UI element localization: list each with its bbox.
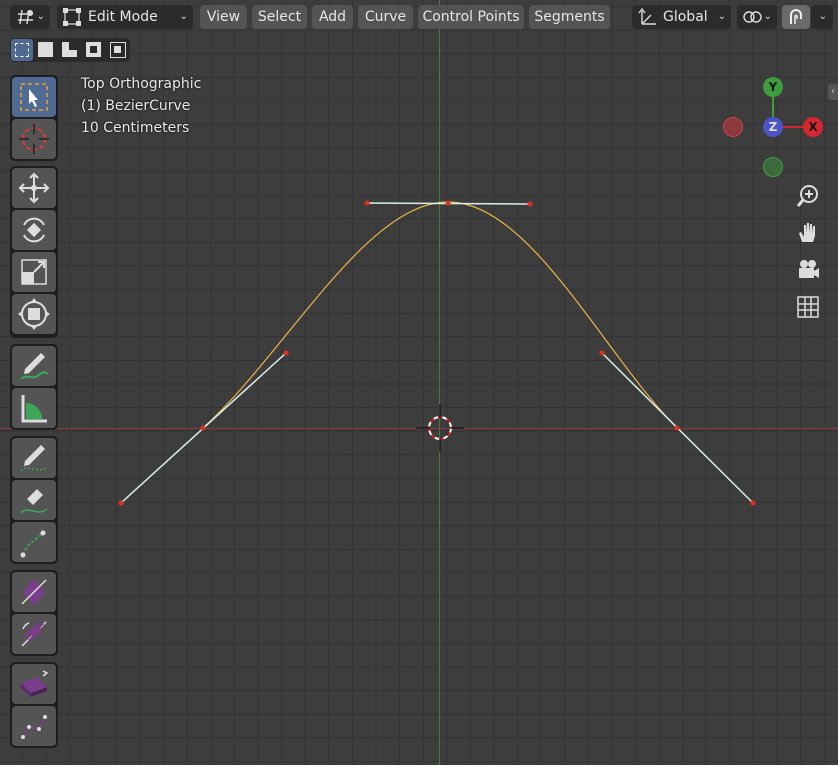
randomize-tool[interactable] (12, 664, 56, 704)
orientation-label: Global (663, 9, 708, 25)
transform-icon (18, 298, 50, 330)
snap-options-button[interactable]: ⌄ (811, 5, 833, 29)
cursor-icon (19, 124, 49, 154)
sidebar-toggle[interactable]: ‹ (828, 84, 838, 100)
chevron-down-icon: ⌄ (36, 11, 45, 22)
chevron-down-icon: ⌄ (763, 11, 772, 22)
move-icon (18, 172, 50, 204)
toolbar-group-curve-edit (10, 570, 58, 656)
viewport-header: ⌄ Edit Mode ⌄ View Select Add Curve Cont… (0, 0, 838, 34)
menu-segments[interactable]: Segments (529, 5, 610, 29)
toolbar-group-annotate (10, 344, 58, 430)
toolbar-group-select (10, 75, 58, 161)
control-point[interactable] (750, 500, 756, 506)
grid-view-icon[interactable] (795, 294, 821, 320)
measure-ruler-icon (21, 395, 47, 423)
select-box-icon (20, 83, 48, 111)
view-name: Top Orthographic (81, 76, 202, 92)
curve-shape-tool[interactable] (12, 706, 56, 746)
select-invert-icon[interactable] (83, 39, 105, 61)
pan-hand-icon[interactable] (795, 220, 821, 246)
3d-viewport[interactable] (0, 0, 838, 765)
cursor-tool[interactable] (12, 119, 56, 159)
3d-cursor[interactable] (416, 404, 464, 452)
select-mode-buttons (10, 38, 130, 62)
draw-tool[interactable] (12, 438, 56, 478)
pen-tool[interactable] (12, 480, 56, 520)
menu-control-points[interactable]: Control Points (418, 5, 524, 29)
grid-scale: 10 Centimeters (81, 120, 190, 136)
chevron-down-icon: ⌄ (818, 11, 827, 22)
snap-toggle[interactable] (782, 5, 810, 29)
rotate-icon (23, 217, 45, 243)
toolbar-group-misc (10, 662, 58, 748)
select-extend-icon[interactable] (35, 39, 57, 61)
control-point[interactable] (200, 425, 206, 431)
edit-mode-icon (63, 8, 81, 26)
toolbar-group-curve-draw (10, 436, 58, 564)
measure-tool[interactable] (12, 388, 56, 428)
menu-select[interactable]: Select (252, 5, 307, 29)
control-point[interactable] (445, 200, 451, 206)
annotate-tool[interactable] (12, 346, 56, 386)
grid-editor-icon (18, 9, 33, 25)
scale-icon (21, 259, 47, 285)
curve-radius-icon (21, 579, 47, 605)
menu-curve[interactable]: Curve (358, 5, 413, 29)
control-point[interactable] (283, 350, 289, 356)
control-point[interactable] (364, 200, 370, 206)
tilt-tool[interactable] (12, 614, 56, 654)
move-tool[interactable] (12, 168, 56, 208)
annotate-pencil-icon (20, 353, 49, 380)
scale-tool[interactable] (12, 252, 56, 292)
radius-tool[interactable] (12, 572, 56, 612)
curve-extrude-icon (20, 530, 46, 558)
chevron-down-icon: ⌄ (179, 11, 188, 22)
extrude-tool[interactable] (12, 522, 56, 562)
transform-tool[interactable] (12, 294, 56, 334)
gizmo-x-axis[interactable]: X (803, 117, 823, 137)
toolbar-group-transform (10, 166, 58, 338)
snap-magnet-icon (790, 9, 802, 24)
gizmo-y-axis[interactable]: Y (763, 77, 783, 97)
transform-orientation-icon (638, 8, 656, 25)
editor-type-button[interactable]: ⌄ (10, 5, 50, 29)
bezier-curve-view[interactable] (0, 0, 838, 765)
curve-tilt-icon (21, 621, 47, 647)
eraser-shape-icon (21, 670, 49, 697)
menu-view[interactable]: View (200, 5, 247, 29)
menu-add[interactable]: Add (312, 5, 353, 29)
control-point[interactable] (674, 425, 680, 431)
mode-selector[interactable]: Edit Mode ⌄ (57, 5, 193, 29)
control-point[interactable] (599, 350, 605, 356)
curve-vertices-icon (21, 715, 47, 739)
curve-draw-icon (20, 445, 48, 472)
chevron-down-icon: ⌄ (717, 11, 726, 22)
camera-icon[interactable] (795, 257, 821, 283)
object-name: (1) BezierCurve (81, 98, 191, 114)
curve-pen-icon (20, 489, 48, 514)
zoom-icon[interactable] (795, 183, 821, 209)
pivot-link-icon (743, 11, 762, 23)
select-intersect-icon[interactable] (107, 39, 129, 61)
select-new-icon[interactable] (11, 39, 33, 61)
gizmo-neg-y-axis[interactable] (763, 157, 783, 177)
rotate-tool[interactable] (12, 210, 56, 250)
select-box-tool[interactable] (12, 77, 56, 117)
select-subtract-icon[interactable] (59, 39, 81, 61)
control-point[interactable] (118, 500, 124, 506)
pivot-point-button[interactable]: ⌄ (737, 5, 777, 29)
mode-label: Edit Mode (88, 9, 158, 25)
orientation-selector[interactable]: Global ⌄ (632, 5, 731, 29)
control-point[interactable] (527, 201, 533, 207)
gizmo-z-axis[interactable]: Z (763, 117, 783, 137)
gizmo-neg-x-axis[interactable] (723, 117, 743, 137)
